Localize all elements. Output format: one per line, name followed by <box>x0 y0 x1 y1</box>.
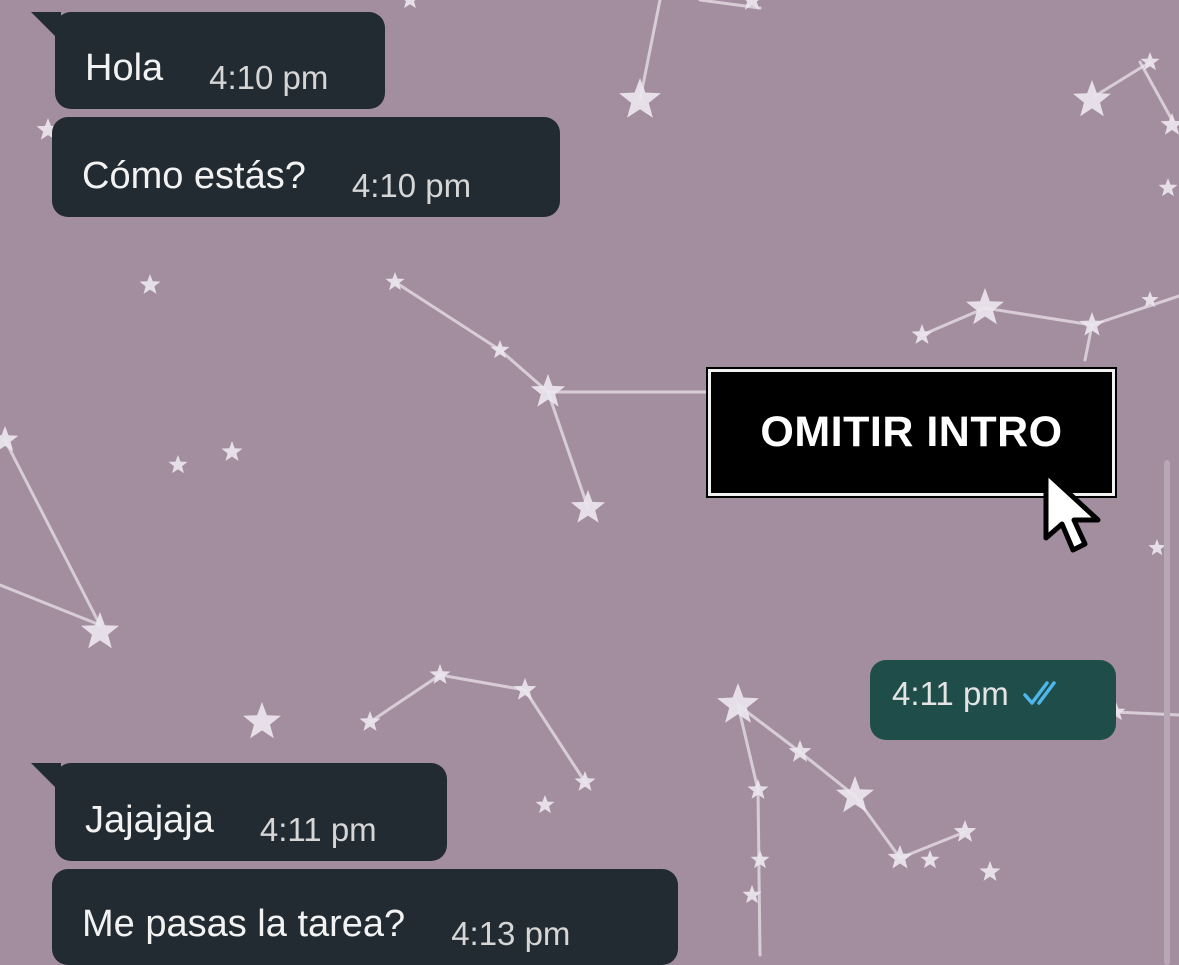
message-timestamp: 4:11 pm <box>259 811 377 848</box>
star-decoration <box>920 850 940 869</box>
message-timestamp: 4:13 pm <box>451 915 571 952</box>
incoming-message[interactable]: Cómo estás? 4:10 pm <box>52 117 560 217</box>
star-decoration <box>953 820 977 842</box>
message-timestamp: 4:10 pm <box>209 59 329 96</box>
message-timestamp: 4:11 pm <box>892 674 1009 712</box>
star-decoration <box>139 274 161 294</box>
star-decoration <box>243 702 281 739</box>
mouse-pointer-icon <box>1043 469 1101 553</box>
star-decoration <box>570 490 606 523</box>
scrollbar[interactable] <box>1164 460 1170 965</box>
star-decoration <box>574 771 596 791</box>
message-text: Me pasas la tarea? <box>82 903 406 945</box>
star-decoration <box>619 78 661 118</box>
star-decoration <box>966 288 1004 325</box>
message-text: Jajajaja <box>85 799 214 841</box>
star-decoration <box>535 795 555 814</box>
message-text: Cómo estás? <box>82 155 306 197</box>
star-decoration <box>168 455 188 474</box>
star-decoration <box>404 0 416 9</box>
star-decoration <box>0 426 19 452</box>
message-text: Hola <box>85 47 164 89</box>
star-decoration <box>911 324 933 344</box>
double-check-read-icon <box>1023 681 1056 705</box>
star-decoration <box>1158 178 1178 197</box>
star-decoration <box>530 374 566 407</box>
message-timestamp: 4:10 pm <box>351 167 472 204</box>
incoming-message[interactable]: Jajajaja 4:11 pm <box>31 763 447 861</box>
incoming-message[interactable]: Hola 4:10 pm <box>31 12 385 109</box>
star-decoration <box>513 678 537 700</box>
incoming-message[interactable]: Me pasas la tarea? 4:13 pm <box>52 869 678 965</box>
star-decoration <box>1073 80 1111 117</box>
star-decoration <box>221 441 243 461</box>
star-decoration <box>359 711 381 731</box>
outgoing-message[interactable]: 4:11 pm <box>870 660 1116 740</box>
star-decoration <box>979 861 1001 881</box>
star-decoration <box>836 776 874 813</box>
star-decoration <box>81 612 119 649</box>
